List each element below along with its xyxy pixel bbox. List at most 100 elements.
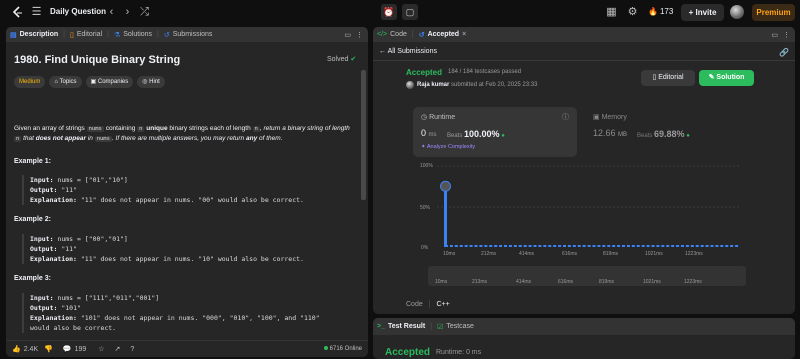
streak-counter[interactable]: 🔥 173 bbox=[648, 7, 673, 16]
x-tick-label: 616ms bbox=[562, 251, 578, 257]
tab-description[interactable]: ▤ Description bbox=[6, 27, 62, 42]
divider bbox=[373, 60, 795, 61]
premium-button[interactable]: Premium bbox=[752, 4, 795, 21]
arrow-left-icon: ← bbox=[379, 48, 386, 55]
problem-list-icon[interactable]: ☰ bbox=[30, 6, 43, 19]
mini-tick-label: 414ms bbox=[516, 279, 532, 285]
editorial-button[interactable]: ▯ Editorial bbox=[641, 70, 695, 86]
submission-icon: ↺ bbox=[418, 31, 425, 39]
tab-editorial[interactable]: ▯ Editorial bbox=[66, 27, 106, 42]
runtime-value: 0 ms bbox=[421, 128, 437, 138]
mini-tick-label: 819ms bbox=[599, 279, 615, 285]
y-tick-50: 50% bbox=[420, 205, 431, 211]
collapse-icon[interactable]: ▭ bbox=[344, 31, 351, 39]
history-icon: ↺ bbox=[163, 31, 170, 39]
solution-button[interactable]: ✎ Solution bbox=[699, 70, 754, 86]
example-3-title: Example 3: bbox=[14, 275, 51, 282]
description-footer: 👍 2.4K 👎 💬 199 ☆ ↗ ? 6716 Online bbox=[6, 340, 368, 357]
topics-chip[interactable]: ⌂ Topics bbox=[49, 76, 82, 88]
tab-testcase[interactable]: ☑ Testcase bbox=[433, 319, 478, 334]
mini-tick-label: 1223ms bbox=[684, 279, 702, 285]
tab-test-result[interactable]: >_ Test Result bbox=[373, 319, 429, 334]
runtime-card[interactable]: ◷ Runtime ⓘ 0 ms Beats 100.00% ● ✦ Analy… bbox=[413, 107, 577, 157]
leaf-icon: ● bbox=[501, 133, 505, 139]
example-3: Input: nums = ["111","011","001"] Output… bbox=[22, 293, 357, 333]
terminal-icon: >_ bbox=[377, 323, 385, 330]
help-icon[interactable]: ? bbox=[130, 346, 134, 353]
shuffle-icon[interactable]: ⤮ bbox=[138, 6, 151, 19]
companies-chip[interactable]: ▣ Companies bbox=[85, 76, 134, 88]
flask-icon: ⚗ bbox=[113, 31, 121, 39]
x-tick-label: 414ms bbox=[519, 251, 535, 257]
x-tick-label: 212ms bbox=[481, 251, 497, 257]
gear-icon[interactable]: ⚙ bbox=[626, 6, 639, 19]
code-icon: </> bbox=[377, 31, 388, 38]
note-icon[interactable]: ▢ bbox=[402, 4, 418, 20]
more-icon[interactable]: ⋮ bbox=[356, 31, 363, 39]
chart-range-slider[interactable]: 10ms 213ms 414ms 616ms 819ms 1021ms 1223ms bbox=[428, 266, 746, 286]
star-icon[interactable]: ☆ bbox=[98, 345, 104, 353]
comment-icon[interactable]: 💬 bbox=[63, 345, 72, 353]
avatar[interactable] bbox=[730, 5, 744, 19]
description-icon: ▤ bbox=[10, 31, 17, 39]
mini-tick-label: 1021ms bbox=[643, 279, 661, 285]
solved-badge: Solved ✔ bbox=[327, 56, 357, 63]
difficulty-badge: Medium bbox=[14, 76, 46, 88]
page-title[interactable]: Daily Question bbox=[50, 7, 106, 16]
mini-tick-label: 10ms bbox=[435, 279, 448, 285]
example-1: Input: nums = ["01","10"] Output: "11" E… bbox=[22, 175, 357, 205]
example-1-title: Example 1: bbox=[14, 158, 51, 165]
link-icon[interactable]: 🔗 bbox=[779, 48, 789, 57]
tab-code[interactable]: </> Code bbox=[373, 27, 411, 42]
tab-solutions[interactable]: ⚗ Solutions bbox=[110, 27, 156, 42]
more-icon[interactable]: ⋮ bbox=[783, 31, 790, 39]
memory-beats: Beats 69.88% ● bbox=[637, 129, 690, 139]
mini-tick-label: 213ms bbox=[472, 279, 488, 285]
invite-button[interactable]: + Invite bbox=[681, 4, 724, 21]
question-title[interactable]: 1980. Find Unique Binary String bbox=[14, 54, 180, 66]
lock-icon: ▣ bbox=[90, 79, 97, 85]
tab-accepted[interactable]: ↺ Accepted × bbox=[415, 27, 470, 42]
like-count: 2.4K bbox=[23, 345, 39, 353]
test-result-status: Accepted bbox=[385, 347, 431, 358]
timer-icon[interactable]: ⏰ bbox=[381, 4, 397, 20]
fire-icon: 🔥 bbox=[648, 7, 658, 16]
sparkle-icon: ✦ bbox=[421, 144, 426, 150]
memory-card[interactable]: ▣ Memory 12.66 MB Beats 69.88% ● bbox=[585, 107, 749, 157]
add-user-icon: + bbox=[688, 8, 694, 17]
book-icon: ▯ bbox=[69, 31, 74, 39]
submitter-info: Raja kumar submitted at Feb 20, 2025 23:… bbox=[417, 82, 538, 88]
analyze-complexity-link[interactable]: ✦ Analyze Complexity bbox=[421, 144, 475, 150]
online-count: 6716 Online bbox=[323, 346, 362, 352]
collapse-icon[interactable]: ▭ bbox=[771, 31, 778, 39]
info-icon[interactable]: ⓘ bbox=[562, 112, 569, 122]
scrollbar[interactable] bbox=[361, 70, 366, 200]
test-result-panel: >_ Test Result | ☑ Testcase Accepted Run… bbox=[373, 318, 795, 359]
share-icon[interactable]: ↗ bbox=[115, 345, 121, 353]
comment-count: 199 bbox=[74, 345, 87, 353]
chevron-right-icon[interactable]: › bbox=[121, 6, 134, 19]
problem-description: Given an array of strings nums containin… bbox=[14, 125, 350, 142]
tab-submissions[interactable]: ↺ Submissions bbox=[160, 27, 217, 42]
example-2-title: Example 2: bbox=[14, 216, 51, 223]
leetcode-logo[interactable] bbox=[12, 6, 24, 19]
lightbulb-icon: ◎ bbox=[142, 79, 148, 85]
x-tick-label: 1223ms bbox=[685, 251, 703, 257]
y-tick-0: 0% bbox=[421, 245, 429, 251]
thumbs-up-icon[interactable]: 👍 bbox=[12, 345, 21, 353]
back-to-submissions[interactable]: ← All Submissions bbox=[379, 48, 437, 55]
y-tick-100: 100% bbox=[420, 163, 433, 169]
submission-status: Accepted bbox=[406, 68, 443, 77]
grid-icon[interactable]: ▦ bbox=[605, 6, 618, 19]
memory-value: 12.66 MB bbox=[593, 128, 628, 138]
hint-chip[interactable]: ◎ Hint bbox=[137, 76, 165, 88]
thumbs-down-icon[interactable]: 👎 bbox=[44, 345, 53, 353]
right-tab-bar: </> Code | ↺ Accepted × ▭ ⋮ bbox=[373, 27, 795, 42]
chevron-left-icon[interactable]: ‹ bbox=[105, 6, 118, 19]
check-circle-icon: ✔ bbox=[350, 56, 357, 63]
close-icon[interactable]: × bbox=[462, 31, 466, 38]
testcase-count: 184 / 184 testcases passed bbox=[448, 69, 522, 75]
left-tab-bar: ▤ Description | ▯ Editorial | ⚗ Solution… bbox=[6, 27, 368, 42]
code-section-label: Code | C++ bbox=[406, 301, 450, 308]
leaf-icon: ● bbox=[686, 133, 690, 139]
